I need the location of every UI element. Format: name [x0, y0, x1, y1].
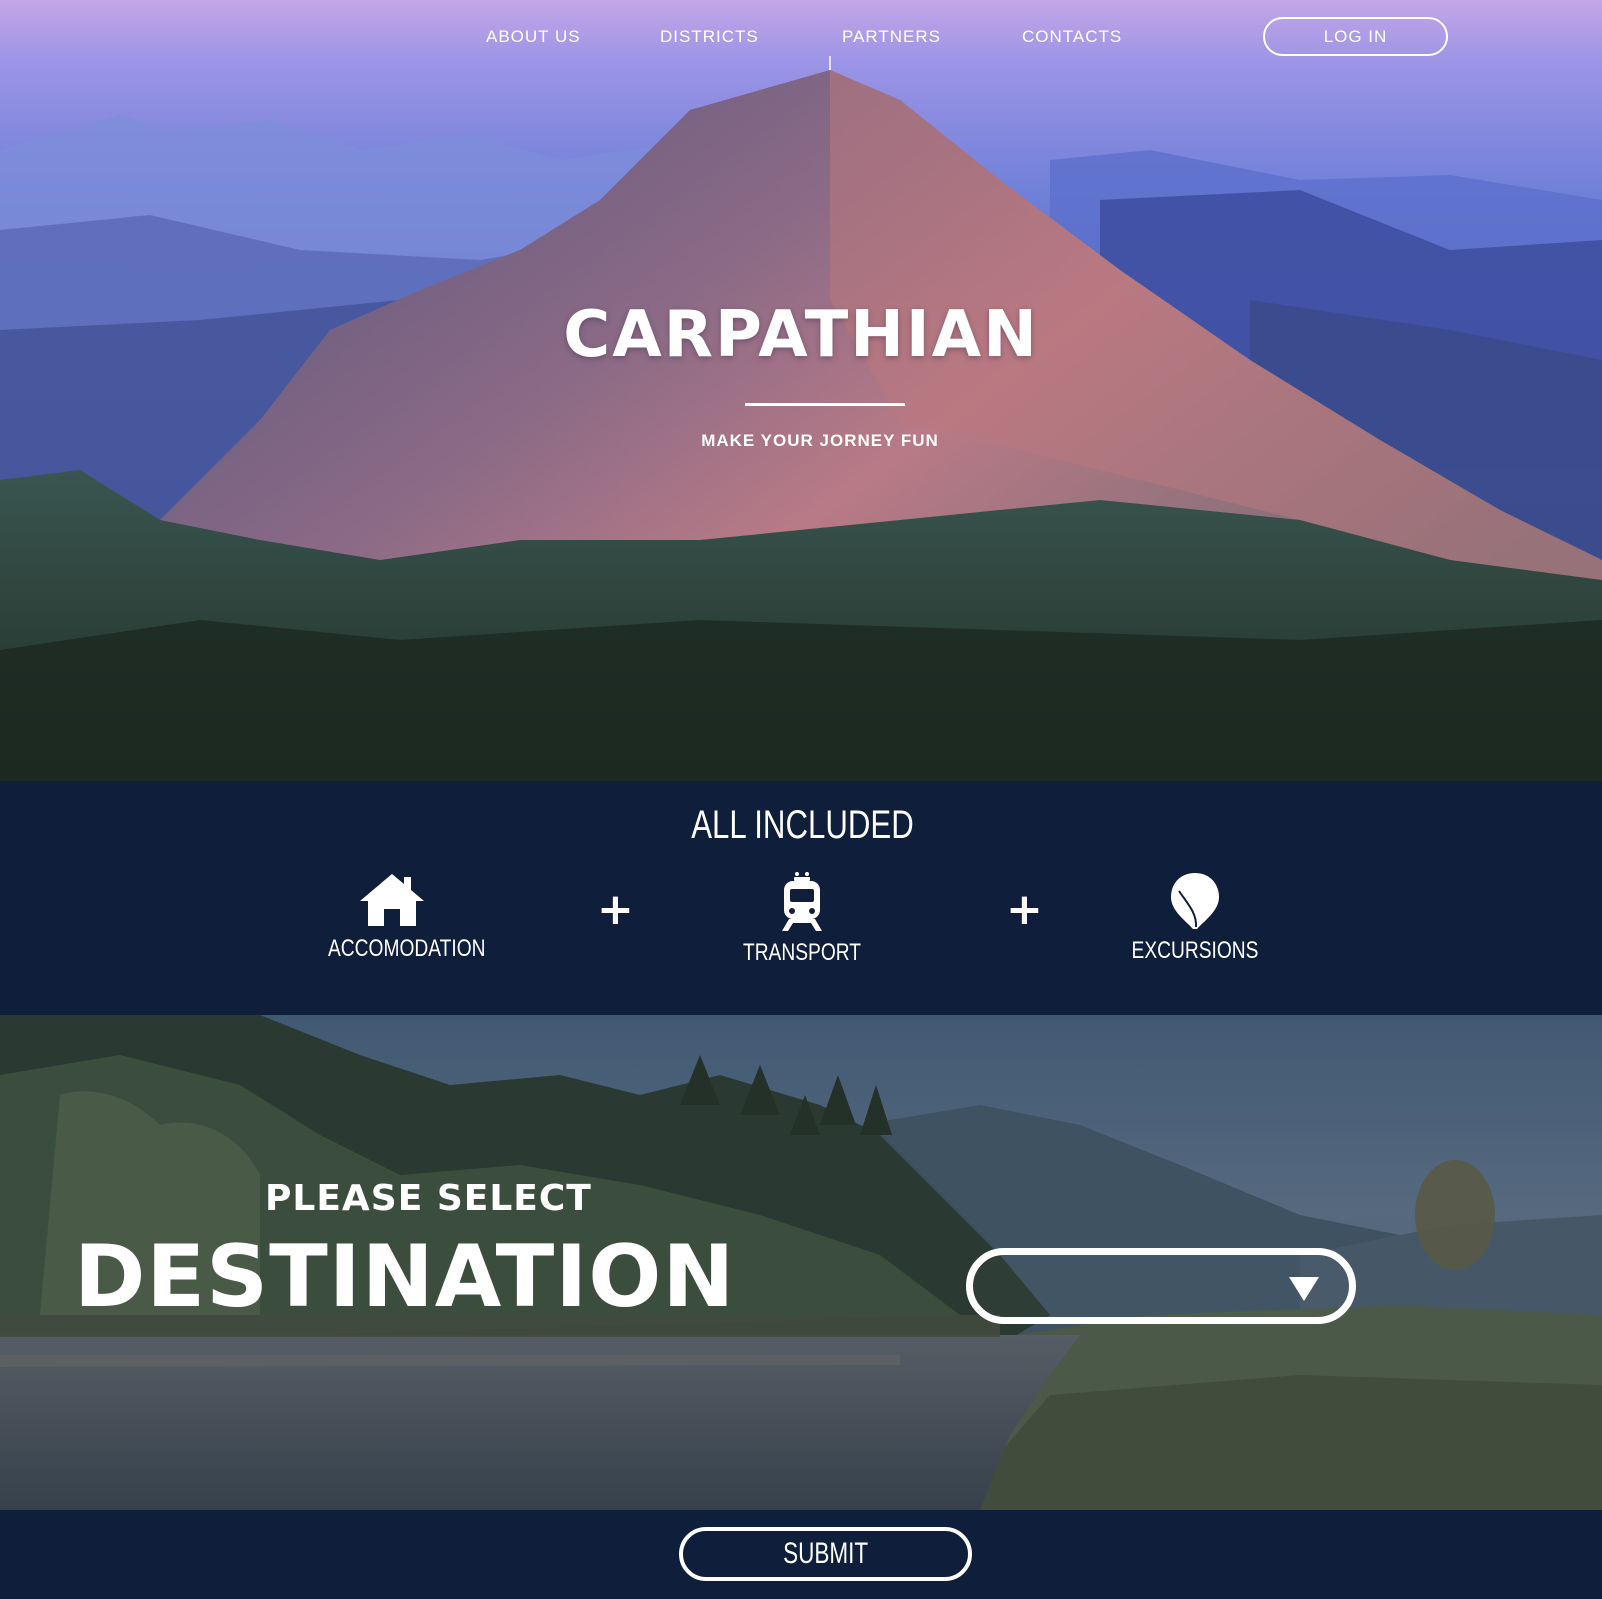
submit-button-label: SUBMIT — [782, 1537, 869, 1570]
plus-separator: + — [1006, 884, 1043, 935]
house-icon — [360, 874, 424, 926]
hero-section: ABOUT US DISTRICTS PARTNERS CONTACTS LOG… — [0, 0, 1602, 781]
all-included-section: ALL INCLUDED ACCOMODATION + TRANSPORT + … — [0, 781, 1602, 1015]
nav-link-districts[interactable]: DISTRICTS — [660, 27, 759, 47]
hero-title: CARPATHIAN — [563, 298, 1039, 372]
feature-transport: TRANSPORT — [722, 871, 882, 967]
plus-separator: + — [597, 884, 634, 935]
feature-excursions: EXCURSIONS — [1115, 871, 1275, 965]
chevron-down-icon — [1289, 1277, 1319, 1301]
top-navigation: ABOUT US DISTRICTS PARTNERS CONTACTS LOG… — [0, 0, 1602, 78]
feature-label-transport: TRANSPORT — [742, 939, 862, 966]
destination-kicker: PLEASE SELECT — [265, 1178, 592, 1219]
nav-link-about-us[interactable]: ABOUT US — [486, 27, 581, 47]
submit-button[interactable]: SUBMIT — [679, 1527, 972, 1581]
balloon-icon — [1171, 873, 1219, 929]
feature-label-excursions: EXCURSIONS — [1131, 937, 1259, 964]
destination-select[interactable] — [966, 1248, 1356, 1324]
nav-link-contacts[interactable]: CONTACTS — [1022, 27, 1122, 47]
destination-section: PLEASE SELECT DESTINATION — [0, 1015, 1602, 1510]
all-included-heading: ALL INCLUDED — [691, 803, 914, 847]
hero-subtitle: MAKE YOUR JORNEY FUN — [701, 431, 939, 450]
destination-title: DESTINATION — [74, 1227, 736, 1327]
nav-link-partners[interactable]: PARTNERS — [842, 27, 941, 47]
feature-label-accomodation: ACCOMODATION — [328, 935, 486, 962]
hero-divider — [745, 403, 905, 406]
submit-bar: SUBMIT — [0, 1510, 1602, 1599]
mountain-background-image — [0, 0, 1602, 781]
train-icon — [782, 872, 822, 931]
feature-accomodation: ACCOMODATION — [312, 871, 486, 963]
login-button[interactable]: LOG IN — [1263, 17, 1448, 56]
